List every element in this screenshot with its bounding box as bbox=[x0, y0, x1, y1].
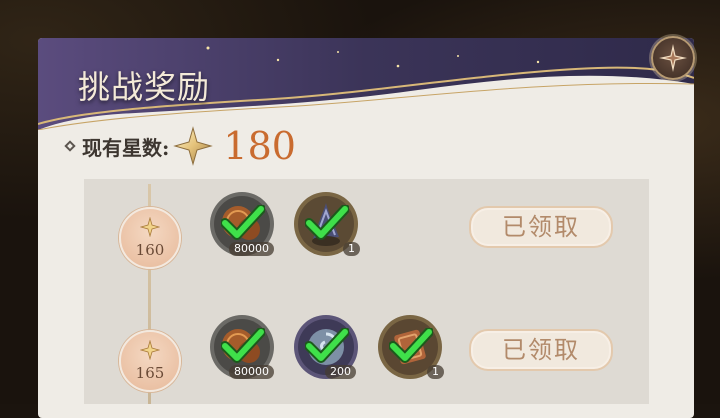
claimed-button[interactable]: 已领取 bbox=[469, 329, 613, 371]
reward-quantity: 80000 bbox=[229, 242, 274, 256]
claimed-button[interactable]: 已领取 bbox=[469, 206, 613, 248]
claimed-check-icon bbox=[221, 328, 265, 363]
panel-title: 挑战奖励 bbox=[78, 68, 211, 106]
reward-item[interactable]: 200 bbox=[293, 314, 359, 380]
claimed-check-icon bbox=[221, 205, 265, 240]
claimed-check-icon bbox=[305, 205, 349, 240]
reward-item[interactable]: 80000 bbox=[209, 314, 275, 380]
reward-item[interactable]: 80000 bbox=[209, 191, 275, 257]
claimed-check-icon bbox=[305, 328, 349, 363]
reward-quantity: 80000 bbox=[229, 365, 274, 379]
reward-item[interactable]: 1 bbox=[293, 191, 360, 257]
ornate-star-icon bbox=[659, 44, 687, 72]
tier-node: 165 bbox=[119, 330, 181, 392]
current-stars-label: 现有星数: bbox=[82, 135, 170, 160]
tier-star-icon bbox=[140, 217, 160, 237]
reward-item[interactable]: 1 bbox=[377, 314, 444, 380]
tier-node: 160 bbox=[119, 207, 181, 269]
tier-threshold: 160 bbox=[135, 241, 165, 259]
diamond-bullet-icon bbox=[64, 140, 76, 152]
reward-quantity: 1 bbox=[343, 242, 360, 256]
reward-quantity: 200 bbox=[325, 365, 356, 379]
tier-star-icon bbox=[140, 340, 160, 360]
current-stars-value: 180 bbox=[223, 124, 296, 168]
tier-threshold: 165 bbox=[135, 364, 165, 382]
reward-quantity: 1 bbox=[427, 365, 444, 379]
close-button[interactable] bbox=[651, 36, 695, 80]
claimed-check-icon bbox=[389, 328, 433, 363]
current-stars-row: 现有星数: 180 bbox=[64, 126, 296, 166]
star-icon bbox=[173, 126, 214, 166]
